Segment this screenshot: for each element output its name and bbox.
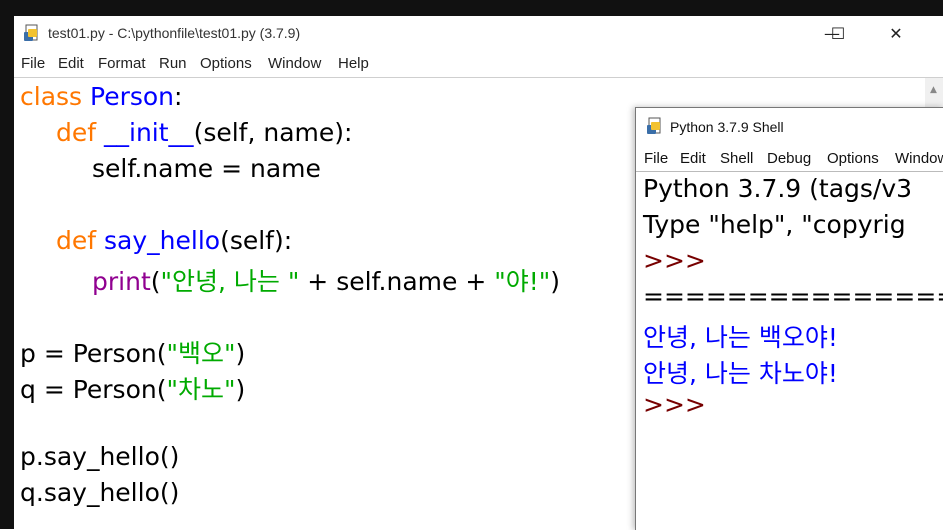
shell-output-line-1: 안녕, 나는 백오야! <box>643 323 838 352</box>
shell-menu-debug[interactable]: Debug <box>767 150 811 167</box>
shell-output-line-2: 안녕, 나는 차노야! <box>643 359 838 388</box>
shell-menubar: File Edit Shell Debug Options Window <box>636 148 943 172</box>
shell-titlebar[interactable]: Python 3.7.9 Shell <box>636 108 943 144</box>
scroll-up-icon[interactable]: ▲ <box>930 85 937 95</box>
editor-menubar: File Edit Format Run Options Window Help <box>14 52 943 76</box>
shell-prompt-current: >>> <box>643 390 706 419</box>
code-line-9: q = Person("차노") <box>20 375 246 404</box>
code-line-12: q.say_hello() <box>20 478 180 507</box>
menu-edit[interactable]: Edit <box>58 55 84 72</box>
menu-file[interactable]: File <box>21 55 45 72</box>
code-line-11: p.say_hello() <box>20 442 180 471</box>
editor-titlebar[interactable]: test01.py - C:\pythonfile\test01.py (3.7… <box>14 16 943 50</box>
menu-format[interactable]: Format <box>98 55 146 72</box>
menu-window[interactable]: Window <box>268 55 321 72</box>
menu-help[interactable]: Help <box>338 55 369 72</box>
code-line-6: print("안녕, 나는 " + self.name + "야!") <box>92 267 561 296</box>
code-line-1: class Person: <box>20 82 183 111</box>
shell-menu-file[interactable]: File <box>644 150 668 167</box>
shell-window: Python 3.7.9 Shell File Edit Shell Debug… <box>635 107 943 530</box>
menu-run[interactable]: Run <box>159 55 187 72</box>
editor-title: test01.py - C:\pythonfile\test01.py (3.7… <box>48 25 301 41</box>
maximize-button[interactable]: ☐ <box>815 16 861 50</box>
code-line-3: self.name = name <box>92 154 321 183</box>
idle-file-icon <box>24 24 38 41</box>
code-line-8: p = Person("백오") <box>20 339 246 368</box>
python-shell-icon <box>647 117 661 134</box>
code-line-5: def say_hello(self): <box>56 226 293 255</box>
menu-options[interactable]: Options <box>200 55 252 72</box>
shell-banner-line-2: Type "help", "copyrig <box>643 210 906 239</box>
shell-menu-window[interactable]: Window <box>895 150 943 167</box>
shell-prompt: >>> <box>643 246 706 275</box>
close-button[interactable]: ✕ <box>873 16 919 50</box>
shell-menu-options[interactable]: Options <box>827 150 879 167</box>
shell-title: Python 3.7.9 Shell <box>670 119 784 135</box>
code-line-2: def __init__(self, name): <box>56 118 353 147</box>
shell-banner-line-1: Python 3.7.9 (tags/v3 <box>643 174 913 203</box>
shell-menu-shell[interactable]: Shell <box>720 150 753 167</box>
shell-restart-line: ===================== <box>643 282 943 311</box>
shell-menu-edit[interactable]: Edit <box>680 150 706 167</box>
shell-console[interactable]: Python 3.7.9 (tags/v3 Type "help", "copy… <box>636 172 943 530</box>
